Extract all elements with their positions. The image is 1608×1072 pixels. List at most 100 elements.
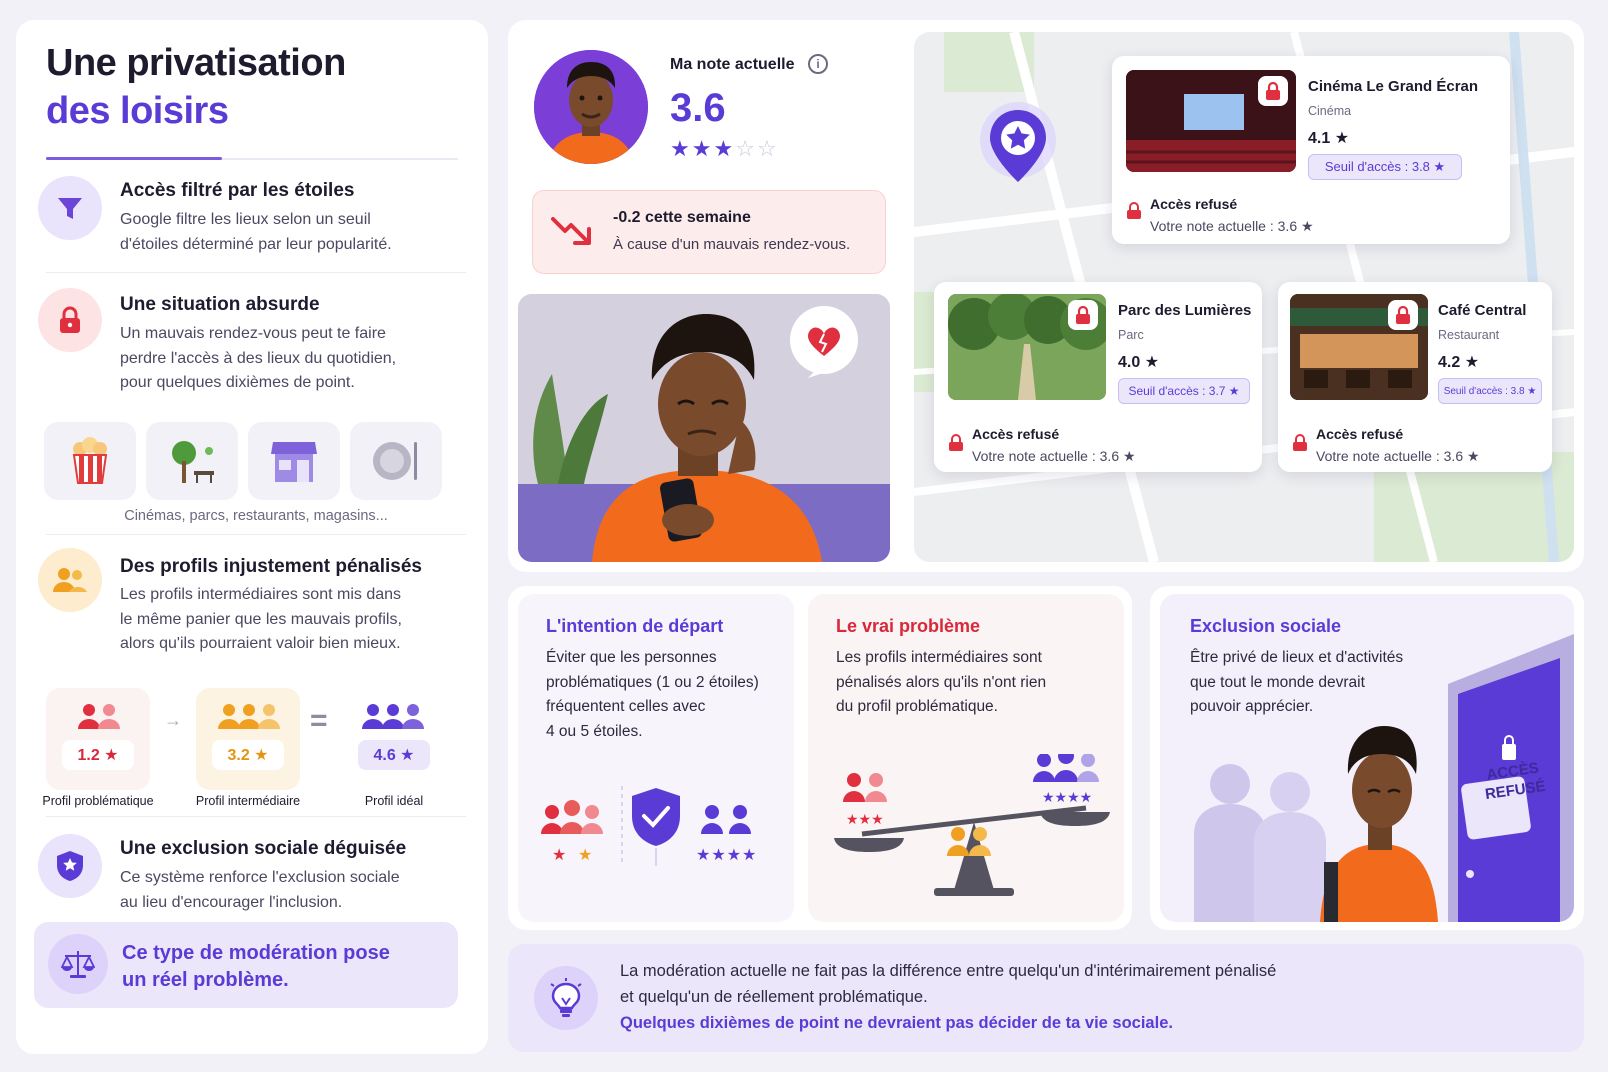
lock-icon <box>1292 434 1308 457</box>
label-ideal: Profil idéal <box>364 794 424 808</box>
banner-line-3: Quelques dixièmes de point ne devraient … <box>620 1014 1173 1032</box>
label-intermediate: Profil intermédiaire <box>195 794 301 808</box>
star-filled-icon: ★ <box>713 136 736 161</box>
lock-icon <box>948 434 964 457</box>
rating-label: Ma note actuelle <box>670 56 795 73</box>
feature-text-absurd: Un mauvais rendez-vous peut te faire per… <box>120 325 397 391</box>
plate-icon <box>350 422 442 500</box>
venue-rating: 4.1 ★ <box>1308 130 1350 147</box>
venue-name: Parc des Lumières <box>1118 302 1252 319</box>
card-title: Le vrai problème <box>836 616 981 636</box>
lock-icon <box>1258 76 1288 106</box>
venue-current-rating: Votre note actuelle : 3.6 ★ <box>972 448 1136 464</box>
venue-rating: 4.2 ★ <box>1438 354 1480 371</box>
users-icon <box>38 548 102 612</box>
card-intention: L'intention de départ Éviter que les per… <box>518 594 794 922</box>
svg-text:★★★★: ★★★★ <box>696 845 757 864</box>
bottom-message-banner: La modération actuelle ne fait pas la di… <box>508 944 1584 1052</box>
info-icon[interactable]: i <box>808 54 828 74</box>
rating-change-alert: -0.2 cette semaine À cause d'un mauvais … <box>532 190 886 274</box>
lock-icon <box>1388 300 1418 330</box>
venue-card-cafe[interactable]: Café Central Restaurant 4.2 ★ Seuil d'ac… <box>1278 282 1552 472</box>
people-icon <box>218 704 280 729</box>
lock-icon <box>1068 300 1098 330</box>
feature-title-exclusion: Une exclusion sociale déguisée <box>120 838 407 859</box>
feature-title-absurd: Une situation absurde <box>120 294 320 315</box>
rating-change-title: -0.2 cette semaine <box>613 209 751 226</box>
venue-current-rating: Votre note actuelle : 3.6 ★ <box>1316 448 1480 464</box>
people-icon <box>362 704 424 729</box>
card-text: Être privé de lieux et d'activités que t… <box>1190 649 1404 715</box>
score-ideal: 4.6 ★ <box>358 740 430 770</box>
svg-text:★: ★ <box>578 845 592 864</box>
feature-text-exclusion: Ce système renforce l'exclusion sociale … <box>120 869 400 911</box>
filter-shield-illustration: ★ ★ ★★★★ <box>541 786 757 866</box>
venue-status: Accès refusé <box>1150 196 1238 212</box>
svg-text:★★★★: ★★★★ <box>1042 790 1092 806</box>
profile-intermediate: 3.2 ★ <box>196 688 300 790</box>
star-empty-icon: ☆ <box>756 136 779 161</box>
venue-name: Café Central <box>1438 302 1527 319</box>
popcorn-icon <box>44 422 136 500</box>
venue-card-park[interactable]: Parc des Lumières Parc 4.0 ★ Seuil d'acc… <box>934 282 1262 472</box>
venue-status: Accès refusé <box>972 426 1060 442</box>
rating-value: 3.6 <box>670 86 726 130</box>
feature-text-filter: Google filtre les lieux selon un seuil d… <box>120 211 392 253</box>
divider <box>46 816 466 817</box>
venue-category: Restaurant <box>1438 328 1500 342</box>
venue-category: Cinéma <box>1308 104 1352 118</box>
people-icon <box>78 704 120 729</box>
sad-person-illustration <box>518 294 890 562</box>
lock-icon <box>1126 202 1142 225</box>
shield-icon <box>38 834 102 898</box>
card-text: Les profils intermédiaires sont pénalisé… <box>836 649 1047 715</box>
shop-icon <box>248 422 340 500</box>
venue-status: Accès refusé <box>1316 426 1404 442</box>
venue-threshold: Seuil d'accès : 3.7 ★ <box>1118 378 1250 404</box>
card-title: Exclusion sociale <box>1190 616 1342 636</box>
lightbulb-icon <box>534 966 598 1030</box>
page-title-line2: des loisirs <box>46 90 229 132</box>
venue-current-rating: Votre note actuelle : 3.6 ★ <box>1150 218 1314 234</box>
rating-and-map-panel: Ma note actuelle i 3.6 ★★★☆☆ -0.2 cette … <box>508 20 1584 572</box>
park-icon <box>146 422 238 500</box>
rating-change-text: À cause d'un mauvais rendez-vous. <box>613 236 851 253</box>
profile-ideal: 4.6 ★ <box>342 688 446 790</box>
lock-icon <box>38 288 102 352</box>
card-real-problem: Le vrai problème Les profils intermédiai… <box>808 594 1124 922</box>
arrow-right-icon: → <box>164 710 182 730</box>
star-filled-icon: ★ <box>670 136 692 161</box>
card-title: L'intention de départ <box>546 616 724 636</box>
filter-icon <box>38 176 102 240</box>
rating-stars: ★★★☆☆ <box>670 136 779 162</box>
star-empty-icon: ☆ <box>735 136 757 161</box>
avatar <box>534 50 648 164</box>
scale-icon <box>48 934 108 994</box>
trend-down-icon <box>551 217 591 245</box>
conclusion-banner: Ce type de modération pose un réel probl… <box>34 922 458 1008</box>
divider <box>46 534 466 535</box>
conclusion-text: Ce type de modération pose un réel probl… <box>122 942 390 991</box>
venue-category: Parc <box>1118 328 1144 342</box>
svg-text:★★★: ★★★ <box>846 812 884 828</box>
equals-icon: = <box>310 704 328 737</box>
card-text: Éviter que les personnes problématiques … <box>546 649 759 740</box>
feature-text-profiles: Les profils intermédiaires sont mis dans… <box>120 586 402 652</box>
excluded-person-illustration <box>1160 594 1574 922</box>
map-pin-icon[interactable] <box>978 102 1058 188</box>
page-title-line1: Une privatisation <box>46 42 346 84</box>
places-caption: Cinémas, parcs, restaurants, magasins... <box>124 508 388 524</box>
score-intermediate: 3.2 ★ <box>212 740 284 770</box>
venue-card-cinema[interactable]: Cinéma Le Grand Écran Cinéma 4.1 ★ Seuil… <box>1112 56 1510 244</box>
label-problematic: Profil problématique <box>42 794 154 808</box>
feature-title-filter: Accès filtré par les étoiles <box>120 180 355 201</box>
card-social-exclusion: ACCÈS REFUSÉ Exclusion sociale Être priv… <box>1160 594 1574 922</box>
divider <box>46 272 466 273</box>
venue-threshold: Seuil d'accès : 3.8 ★ <box>1438 378 1542 404</box>
title-divider-accent <box>46 157 222 160</box>
map[interactable]: Cinéma Le Grand Écran Cinéma 4.1 ★ Seuil… <box>914 32 1574 562</box>
svg-text:★: ★ <box>552 845 566 864</box>
banner-line-2: et quelqu'un de réellement problématique… <box>620 988 928 1006</box>
profile-problematic: 1.2 ★ <box>46 688 150 790</box>
feature-title-profiles: Des profils injustement pénalisés <box>120 556 422 577</box>
